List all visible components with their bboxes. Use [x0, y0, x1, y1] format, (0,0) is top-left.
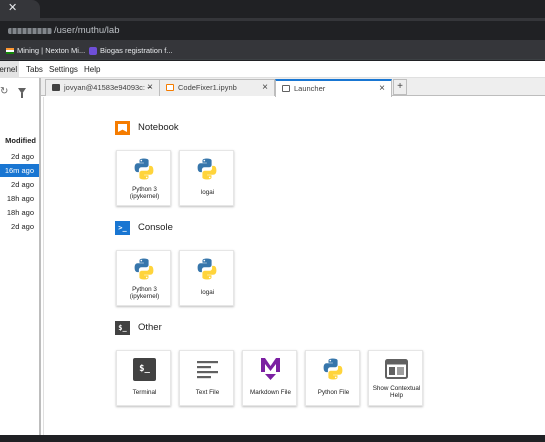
jupyterlab-app: Kernel Tabs Settings Help ↻ Modified 2d …	[0, 61, 545, 435]
browser-active-tab[interactable]: ✕	[0, 0, 40, 18]
section-title-notebook: Notebook	[138, 122, 179, 133]
document-tab-bar: jovyan@41583e94093c: ~ × CodeFixer1.ipyn…	[41, 78, 545, 97]
card-label: Terminal	[132, 389, 157, 396]
card-notebook-python3[interactable]: Python 3 (ipykernel)	[116, 150, 171, 206]
refresh-icon[interactable]: ↻	[0, 86, 8, 97]
file-browser-panel: ↻ Modified 2d ago 16m ago 2d ago 18h ago…	[0, 78, 41, 435]
card-label: Markdown File	[250, 389, 291, 396]
tab-label: CodeFixer1.ipynb	[178, 83, 237, 92]
python-icon	[197, 158, 217, 180]
tab-label: Launcher	[294, 84, 326, 93]
card-label: Python File	[317, 389, 350, 396]
bookmarks-bar: Mining | Nexton Mi... Biogas registratio…	[0, 42, 545, 60]
card-label: (ipykernel)	[129, 293, 160, 300]
site-badge-icon	[89, 47, 97, 56]
python-icon	[134, 158, 154, 180]
close-icon[interactable]: ×	[147, 80, 153, 95]
launcher-icon	[282, 85, 290, 92]
menu-tabs[interactable]: Tabs	[26, 64, 43, 75]
taskbar-strip	[0, 435, 545, 442]
modified-column-header[interactable]: Modified	[0, 136, 36, 145]
bookmark-mining[interactable]: Mining | Nexton Mi...	[6, 45, 85, 56]
tab-terminal[interactable]: jovyan@41583e94093c: ~ ×	[45, 79, 160, 96]
file-row[interactable]: 2d ago	[0, 178, 39, 191]
bookmark-biogas[interactable]: Biogas registration f...	[89, 45, 173, 56]
card-python-file[interactable]: Python File	[305, 350, 360, 406]
file-row[interactable]: 2d ago	[0, 150, 39, 163]
card-label: logai	[200, 289, 215, 296]
text-file-icon	[197, 361, 218, 379]
terminal-icon: $_	[133, 358, 156, 381]
python-icon	[323, 358, 343, 380]
other-section-icon: $_	[115, 321, 130, 335]
screen: ✕ /user/muthu/lab Mining | Nexton Mi... …	[0, 0, 545, 442]
card-label: logai	[200, 189, 215, 196]
console-section-icon: >_	[115, 221, 130, 235]
card-notebook-logai[interactable]: logai	[179, 150, 234, 206]
bookmark-label: Mining | Nexton Mi...	[17, 46, 86, 55]
close-icon[interactable]: ×	[379, 81, 385, 96]
browser-tab-strip: ✕	[0, 0, 545, 18]
tab-codefixer-notebook[interactable]: CodeFixer1.ipynb ×	[159, 79, 275, 96]
file-row[interactable]: 2d ago	[0, 220, 39, 233]
section-title-console: Console	[138, 222, 173, 233]
card-label: (ipykernel)	[129, 193, 160, 200]
redacted-host-icon	[8, 28, 52, 34]
contextual-help-icon	[385, 359, 408, 379]
card-markdown-file[interactable]: Markdown File	[242, 350, 297, 406]
card-console-python3[interactable]: Python 3 (ipykernel)	[116, 250, 171, 306]
menu-help[interactable]: Help	[84, 64, 100, 75]
bookmark-label: Biogas registration f...	[100, 46, 173, 55]
browser-address-bar: /user/muthu/lab	[0, 18, 545, 42]
file-row-selected[interactable]: 16m ago	[0, 164, 39, 177]
menu-bar: Kernel Tabs Settings Help	[0, 61, 545, 78]
card-label: Help	[390, 392, 403, 399]
menu-settings[interactable]: Settings	[49, 64, 78, 75]
card-console-logai[interactable]: logai	[179, 250, 234, 306]
file-row[interactable]: 18h ago	[0, 192, 39, 205]
card-text-file[interactable]: Text File	[179, 350, 234, 406]
tab-launcher[interactable]: Launcher ×	[275, 79, 392, 97]
close-icon[interactable]: ✕	[8, 1, 17, 15]
card-terminal[interactable]: $_ Terminal	[116, 350, 171, 406]
file-row[interactable]: 18h ago	[0, 206, 39, 219]
menu-kernel[interactable]: Kernel	[0, 61, 20, 78]
url-text: /user/muthu/lab	[54, 25, 120, 36]
section-title-other: Other	[138, 322, 162, 333]
notebook-icon	[166, 84, 174, 91]
filter-icon[interactable]	[18, 88, 26, 98]
url-field[interactable]: /user/muthu/lab	[0, 21, 545, 40]
markdown-icon	[261, 358, 280, 380]
launcher-panel: Notebook Python 3 (ipykernel) logai >_ C…	[43, 97, 545, 435]
tab-label: jovyan@41583e94093c: ~	[64, 83, 152, 92]
card-label: Text File	[195, 389, 220, 396]
terminal-icon	[52, 84, 60, 91]
notebook-section-icon	[115, 121, 130, 135]
python-icon	[134, 258, 154, 280]
python-icon	[197, 258, 217, 280]
close-icon[interactable]: ×	[262, 80, 268, 95]
india-flag-icon	[6, 48, 14, 55]
new-tab-button[interactable]: +	[393, 79, 407, 95]
card-contextual-help[interactable]: Show Contextual Help	[368, 350, 423, 406]
